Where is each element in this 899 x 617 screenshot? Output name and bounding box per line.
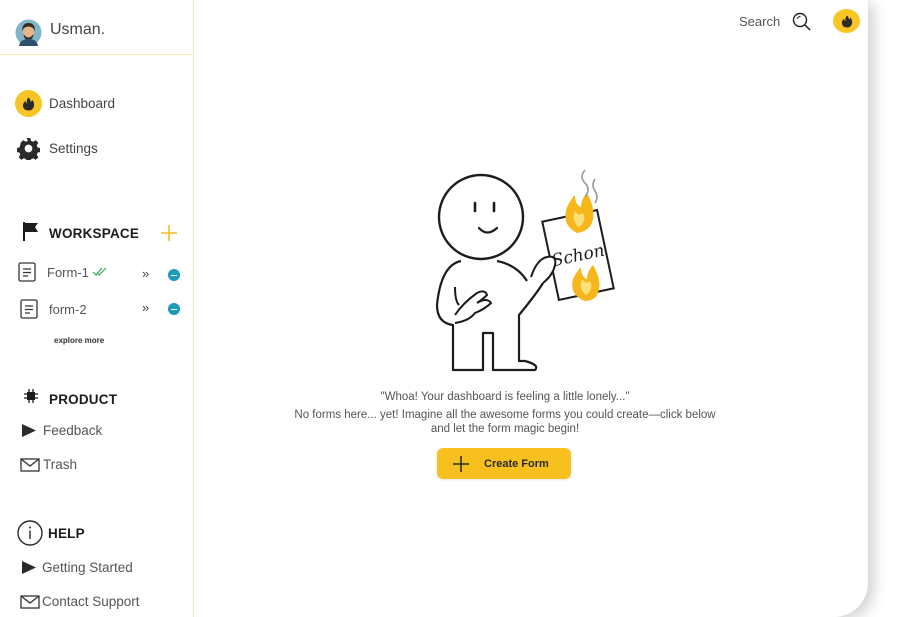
gear-icon xyxy=(17,137,40,160)
help-item-label: Getting Started xyxy=(42,560,133,575)
document-icon xyxy=(20,299,38,319)
create-form-label: Create Form xyxy=(484,457,549,470)
chip-icon xyxy=(24,389,38,403)
form-item-2[interactable]: form-2 xyxy=(20,299,87,319)
user-header: Usman. xyxy=(0,0,193,55)
double-chevron-right-icon[interactable]: » xyxy=(142,266,149,281)
nav-dashboard-label: Dashboard xyxy=(49,96,116,111)
minus-circle-icon[interactable] xyxy=(168,269,180,281)
sidebar: Usman. Dashboard Settings WORKSPACE Form… xyxy=(0,0,194,617)
workspace-title: WORKSPACE xyxy=(49,226,140,241)
product-item-label: Feedback xyxy=(43,423,103,438)
double-chevron-right-icon[interactable]: » xyxy=(142,300,149,315)
help-title: HELP xyxy=(48,526,85,541)
search-icon[interactable] xyxy=(792,12,811,31)
help-item-contact-support[interactable]: Contact Support xyxy=(20,594,140,609)
empty-state-illustration: Schon xyxy=(435,169,615,372)
search-label[interactable]: Search xyxy=(739,14,780,29)
product-item-label: Trash xyxy=(43,457,78,472)
empty-state-line-1: No forms here... yet! Imagine all the aw… xyxy=(294,409,716,421)
flame-icon xyxy=(841,15,852,27)
explore-more-link[interactable]: explore more xyxy=(54,336,104,345)
product-title: PRODUCT xyxy=(49,392,118,407)
app-window: Usman. Dashboard Settings WORKSPACE Form… xyxy=(0,0,868,617)
product-item-feedback[interactable]: Feedback xyxy=(21,423,102,438)
empty-state-line-2: and let the form magic begin! xyxy=(430,423,580,435)
double-check-icon xyxy=(92,267,107,276)
form-item-label: Form-1 xyxy=(47,264,89,280)
document-icon xyxy=(18,262,36,282)
avatar[interactable] xyxy=(15,19,42,46)
flag-icon xyxy=(23,222,38,241)
empty-state-title: "Whoa! Your dashboard is feeling a littl… xyxy=(380,391,630,403)
help-item-label: Contact Support xyxy=(42,594,140,609)
nav-settings[interactable]: Settings xyxy=(17,137,98,160)
envelope-icon xyxy=(20,457,40,472)
play-icon xyxy=(22,561,36,574)
form-item-1[interactable]: Form-1 xyxy=(18,262,108,282)
info-icon xyxy=(17,520,43,546)
envelope-icon xyxy=(20,594,40,609)
play-icon xyxy=(22,424,36,437)
flame-icon xyxy=(15,90,42,117)
user-name: Usman. xyxy=(50,21,106,38)
add-workspace-plus-icon[interactable] xyxy=(160,224,178,242)
create-form-button[interactable]: Create Form xyxy=(437,448,571,479)
plus-icon xyxy=(453,455,469,472)
form-item-label: form-2 xyxy=(49,301,87,317)
minus-circle-icon[interactable] xyxy=(168,303,180,315)
help-item-getting-started[interactable]: Getting Started xyxy=(21,560,133,575)
product-item-trash[interactable]: Trash xyxy=(20,457,77,472)
nav-settings-label: Settings xyxy=(49,141,98,156)
empty-state-description: No forms here... yet! Imagine all the aw… xyxy=(280,408,730,436)
nav-dashboard[interactable]: Dashboard xyxy=(15,90,115,117)
profile-flame-button[interactable] xyxy=(833,9,860,33)
